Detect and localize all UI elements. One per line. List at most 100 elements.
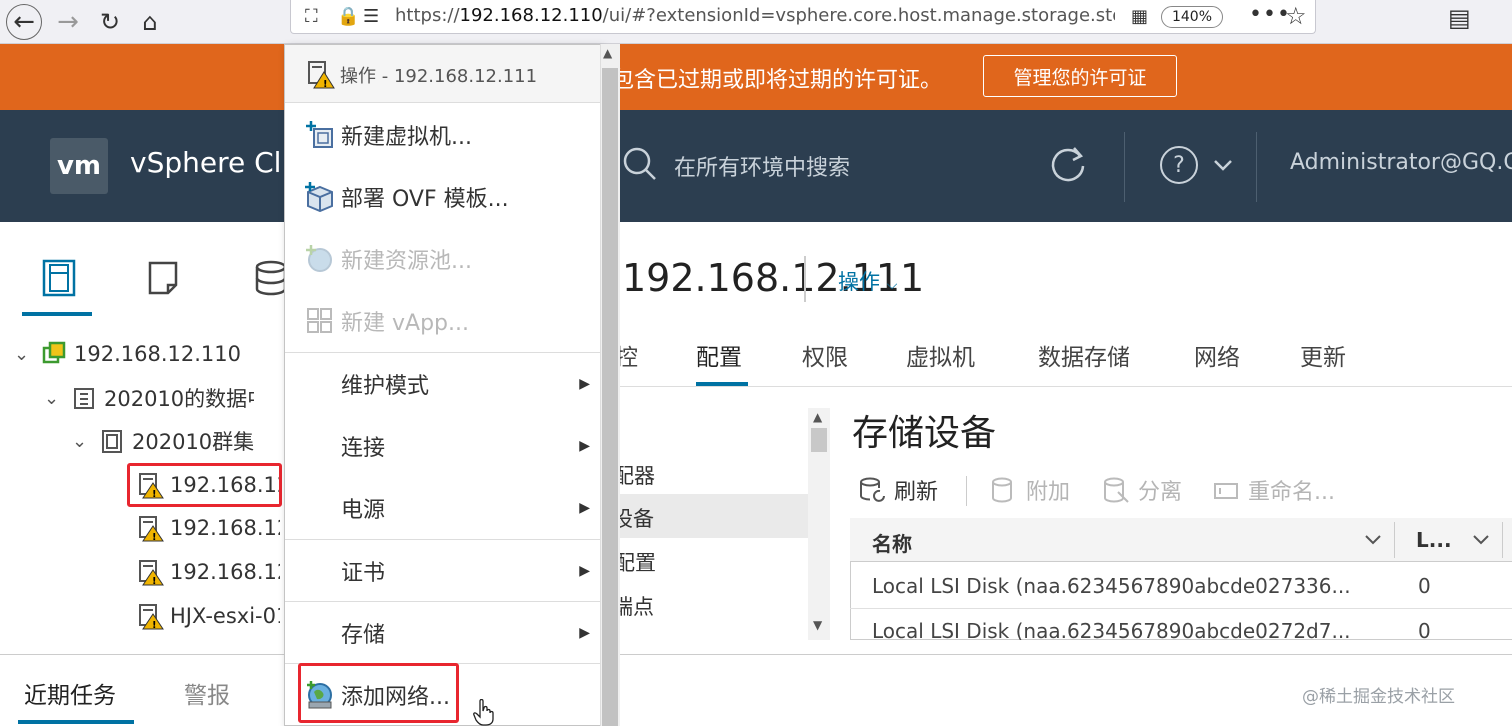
rename-button[interactable]: 重命名...: [1212, 474, 1335, 506]
scroll-down-icon[interactable]: ▼: [813, 618, 822, 632]
tree-node-host[interactable]: ! 192.168.12.113: [136, 552, 280, 592]
tree-node-host[interactable]: ! 192.168.12.112: [136, 508, 280, 548]
submenu-arrow-icon: ▶: [579, 438, 590, 454]
tree-node-label: 192.168.12.113: [170, 560, 280, 584]
chevron-down-icon[interactable]: ⌄: [14, 344, 40, 365]
scroll-up-icon[interactable]: ▲: [813, 410, 822, 424]
address-bar[interactable]: ⛶ 🔒 ☰ https://192.168.12.110/ui/#?extens…: [290, 0, 1316, 34]
hosts-clusters-tab-icon[interactable]: [36, 255, 82, 301]
manage-license-button[interactable]: 管理您的许可证: [983, 55, 1177, 97]
highlight-box: [127, 463, 282, 507]
home-button[interactable]: ⌂: [132, 4, 168, 40]
menu-item-deploy-ovf[interactable]: 部署 OVF 模板...: [285, 166, 600, 228]
tab-configure[interactable]: 配置: [696, 338, 742, 372]
tab-alarms[interactable]: 警报: [184, 676, 230, 710]
submenu-arrow-icon: ▶: [579, 625, 590, 641]
tab-updates[interactable]: 更新: [1300, 338, 1346, 372]
chevron-down-icon[interactable]: ⌄: [44, 388, 70, 409]
menu-item-certificates[interactable]: 证书 ▶: [285, 540, 600, 602]
chevron-down-icon[interactable]: [1210, 152, 1236, 178]
chevron-down-icon: ⌵: [886, 277, 898, 293]
submenu-arrow-icon: ▶: [579, 376, 590, 392]
column-header-lun[interactable]: L...: [1416, 528, 1452, 552]
forward-button[interactable]: →: [50, 4, 86, 40]
menu-item-label: 新建 vApp...: [341, 311, 469, 336]
menu-item-new-vapp[interactable]: 新建 vApp...: [285, 290, 600, 352]
lun-cell: 0: [1418, 574, 1431, 598]
host-warning-icon: !: [308, 61, 335, 89]
menu-item-new-resource-pool[interactable]: 新建资源池...: [285, 228, 600, 290]
detach-button[interactable]: 分离: [1102, 474, 1182, 506]
host-warning-icon: !: [139, 516, 164, 542]
column-header-name[interactable]: 名称: [872, 528, 912, 557]
chevron-down-icon[interactable]: [1362, 528, 1384, 550]
tree-node-label: 202010群集: [132, 430, 255, 454]
scroll-up-icon[interactable]: ▲: [603, 46, 612, 60]
search-icon[interactable]: [622, 146, 656, 180]
menu-item-label: 连接: [341, 436, 386, 461]
tree-node-cluster[interactable]: ⌄ 202010群集: [72, 421, 254, 461]
column-divider[interactable]: [1394, 522, 1395, 558]
grid-header: [850, 518, 1512, 562]
context-menu-title: 操作 - 192.168.12.111: [340, 66, 538, 87]
menu-item-label: 电源: [341, 498, 386, 523]
menu-item-new-vm[interactable]: 新建虚拟机...: [285, 104, 600, 166]
global-search-input[interactable]: 在所有环境中搜索: [674, 150, 850, 182]
chevron-down-icon[interactable]: ⌄: [72, 431, 98, 452]
refresh-icon[interactable]: [1046, 142, 1090, 186]
menu-item-power[interactable]: 电源 ▶: [285, 477, 600, 539]
chevron-down-icon[interactable]: [1470, 528, 1492, 550]
arrow-right-icon: →: [57, 7, 79, 37]
rename-label: 重命名...: [1248, 480, 1335, 505]
refresh-button[interactable]: 刷新: [858, 474, 938, 506]
scrollbar-thumb[interactable]: [602, 68, 618, 726]
banner-text: 包含已过期或即将过期的许可证。: [612, 68, 943, 93]
reload-button[interactable]: ↻: [92, 4, 128, 40]
menu-item-label: 维护模式: [341, 374, 430, 399]
watermark: @稀土掘金技术社区: [1302, 687, 1455, 707]
shield-icon[interactable]: ⛶: [305, 6, 318, 27]
zoom-level-badge[interactable]: 140%: [1161, 6, 1223, 28]
tab-permissions[interactable]: 权限: [802, 338, 848, 372]
tab-recent-tasks[interactable]: 近期任务: [24, 676, 116, 710]
table-row[interactable]: Local LSI Disk (naa.6234567890abcde02733…: [850, 562, 1512, 608]
tree-node-label: 202010的数据中心: [104, 387, 254, 411]
column-divider[interactable]: [1502, 522, 1503, 558]
vmware-logo[interactable]: vm: [50, 138, 108, 194]
svg-text:!: !: [323, 79, 328, 89]
sidebar-toggle-icon[interactable]: ▤: [1448, 4, 1471, 32]
scrollbar-thumb[interactable]: [811, 428, 827, 452]
back-button[interactable]: ←: [6, 4, 42, 40]
qr-code-icon[interactable]: ▦: [1131, 6, 1148, 27]
menu-item-connection[interactable]: 连接 ▶: [285, 415, 600, 477]
tree-node-host[interactable]: ! HJX-esxi-01: [136, 596, 280, 636]
svg-text:!: !: [152, 576, 157, 586]
rename-icon: [1214, 483, 1238, 499]
menu-item-storage[interactable]: 存储 ▶: [285, 602, 600, 664]
user-menu[interactable]: Administrator@GQ.COM: [1290, 150, 1512, 175]
url-text[interactable]: https://192.168.12.110/ui/#?extensionId=…: [395, 5, 1115, 26]
storage-attach-icon: [992, 477, 1012, 503]
host-warning-icon: !: [139, 604, 164, 630]
help-icon[interactable]: ?: [1160, 146, 1198, 184]
tab-vms[interactable]: 虚拟机: [906, 338, 975, 372]
actions-label: 操作: [838, 270, 880, 294]
menu-item-maintenance-mode[interactable]: 维护模式 ▶: [285, 353, 600, 415]
device-name-cell: Local LSI Disk (naa.6234567890abcde02733…: [872, 574, 1351, 598]
vms-templates-tab-icon[interactable]: [140, 255, 186, 301]
attach-button[interactable]: 附加: [990, 474, 1070, 506]
lock-warning-icon[interactable]: 🔒: [337, 6, 359, 27]
svg-text:!: !: [152, 620, 157, 630]
bookmark-star-icon[interactable]: ☆: [1285, 2, 1307, 30]
table-row[interactable]: Local LSI Disk (naa.6234567890abcde0272d…: [850, 609, 1512, 640]
tree-node-datacenter[interactable]: ⌄ 202010的数据中心: [44, 378, 254, 418]
actions-menu-button[interactable]: 操作 ⌵: [838, 266, 897, 296]
tree-node-vcenter[interactable]: ⌄ 192.168.12.110: [14, 334, 241, 374]
vcenter-icon: [42, 341, 66, 364]
permissions-icon[interactable]: ☰: [363, 6, 379, 27]
toolbar-separator: [966, 476, 967, 506]
menu-item-label: 新建虚拟机...: [341, 125, 472, 150]
cluster-icon: [102, 430, 122, 453]
tab-datastores[interactable]: 数据存储: [1038, 338, 1130, 372]
tab-networks[interactable]: 网络: [1194, 338, 1240, 372]
